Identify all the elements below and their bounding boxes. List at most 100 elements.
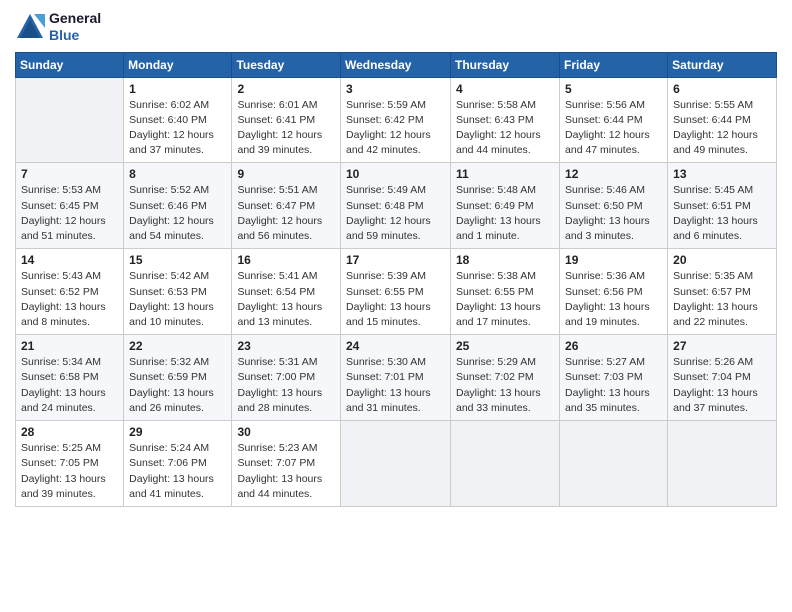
- calendar-cell: 17Sunrise: 5:39 AM Sunset: 6:55 PM Dayli…: [341, 249, 451, 335]
- col-tuesday: Tuesday: [232, 52, 341, 77]
- calendar-cell: 8 Sunrise: 5:52 AM Sunset: 6:46 PM Daylig…: [124, 163, 232, 249]
- day-info: Sunrise: 5:36 AM Sunset: 6:56 PM Dayligh…: [565, 269, 662, 330]
- col-sunday: Sunday: [16, 52, 124, 77]
- page: General Blue Sunday Monday Tuesday Wedne…: [0, 0, 792, 612]
- day-number: 5: [565, 82, 662, 96]
- day-info: Sunrise: 5:56 AM Sunset: 6:44 PM Dayligh…: [565, 98, 662, 159]
- day-number: 1: [129, 82, 226, 96]
- calendar-cell: 12Sunrise: 5:46 AM Sunset: 6:50 PM Dayli…: [560, 163, 668, 249]
- calendar-cell: 22Sunrise: 5:32 AM Sunset: 6:59 PM Dayli…: [124, 335, 232, 421]
- day-info: Sunrise: 5:34 AM Sunset: 6:58 PM Dayligh…: [21, 355, 118, 416]
- logo-icon: [15, 12, 45, 42]
- calendar-cell: 18 Sunrise: 5:38 AM Sunset: 6:55 PM Dayli…: [451, 249, 560, 335]
- calendar-cell: 13 Sunrise: 5:45 AM Sunset: 6:51 PM Dayli…: [668, 163, 777, 249]
- header-row: Sunday Monday Tuesday Wednesday Thursday…: [16, 52, 777, 77]
- day-info: Sunrise: 5:51 AM Sunset: 6:47 PM Dayligh…: [237, 183, 335, 244]
- day-info: Sunrise: 5:25 AM Sunset: 7:05 PM Dayligh…: [21, 441, 118, 502]
- calendar-cell: 15 Sunrise: 5:42 AM Sunset: 6:53 PM Dayli…: [124, 249, 232, 335]
- calendar-cell: 29Sunrise: 5:24 AM Sunset: 7:06 PM Dayli…: [124, 421, 232, 507]
- day-number: 30: [237, 425, 335, 439]
- day-info: Sunrise: 6:01 AM Sunset: 6:41 PM Dayligh…: [237, 98, 335, 159]
- col-wednesday: Wednesday: [341, 52, 451, 77]
- calendar-cell: 1 Sunrise: 6:02 AM Sunset: 6:40 PM Daylig…: [124, 77, 232, 163]
- day-number: 29: [129, 425, 226, 439]
- day-number: 2: [237, 82, 335, 96]
- day-info: Sunrise: 5:32 AM Sunset: 6:59 PM Dayligh…: [129, 355, 226, 416]
- day-number: 9: [237, 167, 335, 181]
- day-number: 27: [673, 339, 771, 353]
- day-number: 4: [456, 82, 554, 96]
- day-info: Sunrise: 5:58 AM Sunset: 6:43 PM Dayligh…: [456, 98, 554, 159]
- day-info: Sunrise: 5:31 AM Sunset: 7:00 PM Dayligh…: [237, 355, 335, 416]
- day-number: 12: [565, 167, 662, 181]
- day-number: 25: [456, 339, 554, 353]
- calendar-cell: 20 Sunrise: 5:35 AM Sunset: 6:57 PM Dayli…: [668, 249, 777, 335]
- day-number: 8: [129, 167, 226, 181]
- day-number: 24: [346, 339, 445, 353]
- calendar-cell: 19 Sunrise: 5:36 AM Sunset: 6:56 PM Dayli…: [560, 249, 668, 335]
- day-number: 3: [346, 82, 445, 96]
- day-number: 7: [21, 167, 118, 181]
- day-info: Sunrise: 5:38 AM Sunset: 6:55 PM Dayligh…: [456, 269, 554, 330]
- day-info: Sunrise: 5:35 AM Sunset: 6:57 PM Dayligh…: [673, 269, 771, 330]
- calendar-cell: 21 Sunrise: 5:34 AM Sunset: 6:58 PM Dayli…: [16, 335, 124, 421]
- day-number: 10: [346, 167, 445, 181]
- day-number: 15: [129, 253, 226, 267]
- week-row-3: 21 Sunrise: 5:34 AM Sunset: 6:58 PM Dayli…: [16, 335, 777, 421]
- calendar-cell: 2 Sunrise: 6:01 AM Sunset: 6:41 PM Daylig…: [232, 77, 341, 163]
- day-info: Sunrise: 6:02 AM Sunset: 6:40 PM Dayligh…: [129, 98, 226, 159]
- calendar-cell: 27 Sunrise: 5:26 AM Sunset: 7:04 PM Dayli…: [668, 335, 777, 421]
- week-row-0: 1 Sunrise: 6:02 AM Sunset: 6:40 PM Daylig…: [16, 77, 777, 163]
- week-row-2: 14Sunrise: 5:43 AM Sunset: 6:52 PM Dayli…: [16, 249, 777, 335]
- day-info: Sunrise: 5:52 AM Sunset: 6:46 PM Dayligh…: [129, 183, 226, 244]
- calendar-cell: 24 Sunrise: 5:30 AM Sunset: 7:01 PM Dayli…: [341, 335, 451, 421]
- week-row-1: 7 Sunrise: 5:53 AM Sunset: 6:45 PM Daylig…: [16, 163, 777, 249]
- calendar-cell: 4 Sunrise: 5:58 AM Sunset: 6:43 PM Daylig…: [451, 77, 560, 163]
- calendar-cell: [341, 421, 451, 507]
- logo-text: General Blue: [49, 10, 101, 44]
- day-number: 26: [565, 339, 662, 353]
- calendar-cell: 14Sunrise: 5:43 AM Sunset: 6:52 PM Dayli…: [16, 249, 124, 335]
- calendar-cell: 6Sunrise: 5:55 AM Sunset: 6:44 PM Daylig…: [668, 77, 777, 163]
- day-number: 28: [21, 425, 118, 439]
- day-number: 6: [673, 82, 771, 96]
- day-info: Sunrise: 5:26 AM Sunset: 7:04 PM Dayligh…: [673, 355, 771, 416]
- calendar-cell: 16Sunrise: 5:41 AM Sunset: 6:54 PM Dayli…: [232, 249, 341, 335]
- day-number: 20: [673, 253, 771, 267]
- day-info: Sunrise: 5:29 AM Sunset: 7:02 PM Dayligh…: [456, 355, 554, 416]
- day-number: 23: [237, 339, 335, 353]
- day-info: Sunrise: 5:49 AM Sunset: 6:48 PM Dayligh…: [346, 183, 445, 244]
- header: General Blue: [15, 10, 777, 44]
- logo: General Blue: [15, 10, 101, 44]
- day-info: Sunrise: 5:42 AM Sunset: 6:53 PM Dayligh…: [129, 269, 226, 330]
- day-number: 21: [21, 339, 118, 353]
- day-info: Sunrise: 5:43 AM Sunset: 6:52 PM Dayligh…: [21, 269, 118, 330]
- calendar-cell: [668, 421, 777, 507]
- day-info: Sunrise: 5:41 AM Sunset: 6:54 PM Dayligh…: [237, 269, 335, 330]
- day-info: Sunrise: 5:30 AM Sunset: 7:01 PM Dayligh…: [346, 355, 445, 416]
- day-number: 19: [565, 253, 662, 267]
- day-number: 11: [456, 167, 554, 181]
- day-number: 13: [673, 167, 771, 181]
- calendar-cell: [16, 77, 124, 163]
- calendar-body: 1 Sunrise: 6:02 AM Sunset: 6:40 PM Daylig…: [16, 77, 777, 506]
- day-info: Sunrise: 5:48 AM Sunset: 6:49 PM Dayligh…: [456, 183, 554, 244]
- calendar-cell: 30 Sunrise: 5:23 AM Sunset: 7:07 PM Dayli…: [232, 421, 341, 507]
- calendar-table: Sunday Monday Tuesday Wednesday Thursday…: [15, 52, 777, 507]
- day-info: Sunrise: 5:23 AM Sunset: 7:07 PM Dayligh…: [237, 441, 335, 502]
- calendar-cell: 5 Sunrise: 5:56 AM Sunset: 6:44 PM Daylig…: [560, 77, 668, 163]
- calendar-cell: 10 Sunrise: 5:49 AM Sunset: 6:48 PM Dayli…: [341, 163, 451, 249]
- col-friday: Friday: [560, 52, 668, 77]
- day-info: Sunrise: 5:39 AM Sunset: 6:55 PM Dayligh…: [346, 269, 445, 330]
- day-number: 18: [456, 253, 554, 267]
- day-info: Sunrise: 5:45 AM Sunset: 6:51 PM Dayligh…: [673, 183, 771, 244]
- calendar-cell: [451, 421, 560, 507]
- day-info: Sunrise: 5:53 AM Sunset: 6:45 PM Dayligh…: [21, 183, 118, 244]
- calendar-cell: 11 Sunrise: 5:48 AM Sunset: 6:49 PM Dayli…: [451, 163, 560, 249]
- calendar-header: Sunday Monday Tuesday Wednesday Thursday…: [16, 52, 777, 77]
- col-saturday: Saturday: [668, 52, 777, 77]
- calendar-cell: 3 Sunrise: 5:59 AM Sunset: 6:42 PM Daylig…: [341, 77, 451, 163]
- col-monday: Monday: [124, 52, 232, 77]
- day-info: Sunrise: 5:59 AM Sunset: 6:42 PM Dayligh…: [346, 98, 445, 159]
- calendar-cell: 9 Sunrise: 5:51 AM Sunset: 6:47 PM Daylig…: [232, 163, 341, 249]
